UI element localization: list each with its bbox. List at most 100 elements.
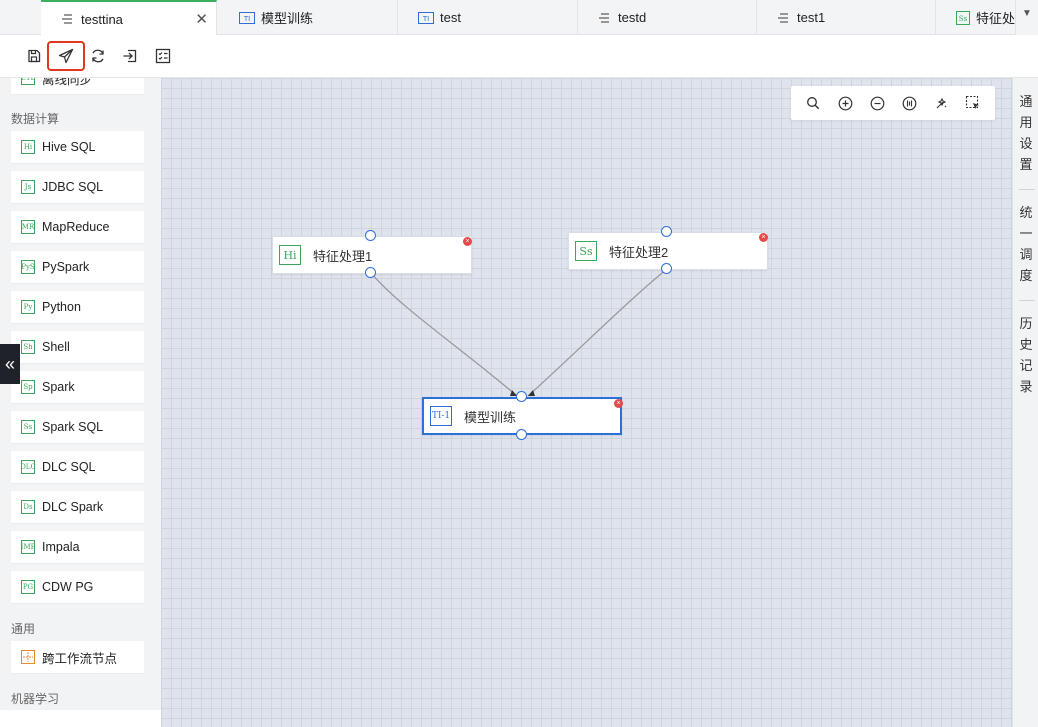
spark-sql-icon: Ss: [575, 241, 597, 261]
svg-text:Ss: Ss: [959, 15, 968, 23]
cdw-pg-icon: PG: [21, 580, 35, 594]
edge-feature1-to-model: [370, 272, 518, 397]
tab-test1[interactable]: test1: [757, 0, 936, 35]
spark-sql-icon: Ss: [21, 420, 35, 434]
palette-item-label: Spark: [42, 380, 75, 394]
palette-item-label: Shell: [42, 340, 70, 354]
input-port[interactable]: [516, 391, 527, 402]
refresh-button[interactable]: [85, 43, 111, 69]
svg-text:TI: TI: [243, 15, 250, 23]
group-title-compute: 数据计算: [11, 112, 60, 126]
collapse-sidebar-button[interactable]: «: [0, 344, 20, 384]
palette-item-jdbc-sql[interactable]: Js JDBC SQL: [11, 171, 144, 203]
edge-feature2-to-model: [527, 268, 668, 397]
output-port[interactable]: [516, 429, 527, 440]
tab-label: test1: [797, 10, 826, 25]
palette-item-spark-sql[interactable]: Ss Spark SQL: [11, 411, 144, 443]
node-label: 模型训练: [464, 409, 517, 425]
palette-item-label: CDW PG: [42, 580, 94, 594]
send-icon: [58, 48, 74, 64]
palette-item-pyspark[interactable]: PyS PySpark: [11, 251, 144, 283]
panel-tab-history[interactable]: 历史记录: [1013, 313, 1038, 397]
right-settings-panel: 通用设置 统一调度 历史记录: [1012, 78, 1038, 727]
palette-item-hive-sql[interactable]: Hi Hive SQL: [11, 131, 144, 163]
ti-one-icon: TI: [239, 11, 255, 24]
panel-tab-general-settings[interactable]: 通用设置: [1013, 91, 1038, 175]
error-badge-icon: ×: [614, 399, 623, 408]
node-label: 特征处理1: [313, 248, 373, 264]
pyspark-icon: PyS: [21, 260, 35, 274]
output-port[interactable]: [365, 267, 376, 278]
palette-item-cross-workflow[interactable]: 跨工作流节点: [11, 641, 144, 673]
palette-item-impala[interactable]: IMP Impala: [11, 531, 144, 563]
error-badge-icon: ×: [463, 237, 472, 246]
save-button[interactable]: [21, 43, 47, 69]
panel-tab-scheduling[interactable]: 统一调度: [1013, 202, 1038, 286]
palette-item-python[interactable]: Py Python: [11, 291, 144, 323]
palette-item-cdw-pg[interactable]: PG CDW PG: [11, 571, 144, 603]
close-icon[interactable]: ✕: [195, 10, 208, 28]
palette-item-label: MapReduce: [42, 220, 110, 234]
python-icon: Py: [21, 300, 35, 314]
divider: [1019, 300, 1035, 301]
palette-item-label: DLC SQL: [42, 460, 96, 474]
submit-button[interactable]: [47, 41, 85, 71]
svg-text:TI: TI: [422, 15, 429, 23]
workflow-icon: [598, 12, 612, 24]
tab-feature-processing[interactable]: Ss 特征处: [936, 0, 1016, 35]
spark-icon: Sp: [21, 380, 35, 394]
group-title-machine-learning: 机器学习: [11, 692, 60, 706]
palette-item-label: JDBC SQL: [42, 180, 104, 194]
palette-item-shell[interactable]: Sh Shell: [11, 331, 144, 363]
tab-list-dropdown-icon[interactable]: ▼: [1016, 0, 1038, 35]
dlc-spark-icon: Ds: [21, 500, 35, 514]
palette-item-mapreduce[interactable]: MR MapReduce: [11, 211, 144, 243]
tab-model-training[interactable]: TI 模型训练: [219, 0, 398, 35]
palette-item-dlc-sql[interactable]: DLC DLC SQL: [11, 451, 144, 483]
divider: [1019, 189, 1035, 190]
output-port[interactable]: [661, 263, 672, 274]
tab-label: testtina: [81, 11, 123, 27]
palette-item-label: Python: [42, 300, 81, 314]
tab-label: test: [440, 10, 461, 25]
panel-tab-label: 历史记录: [1019, 316, 1033, 394]
hive-sql-icon: Hi: [21, 140, 35, 154]
palette-item-dlc-spark[interactable]: Ds DLC Spark: [11, 491, 144, 523]
login-icon: [123, 49, 137, 63]
import-button[interactable]: [117, 43, 143, 69]
mapreduce-icon: MR: [21, 220, 35, 234]
palette-item-label: Impala: [42, 540, 80, 554]
tab-testtina[interactable]: testtina ✕: [41, 0, 217, 36]
tab-label: testd: [618, 10, 647, 25]
workflow-tab-bar: testtina ✕ TI 模型训练 TI test testd test1 S…: [0, 0, 1038, 36]
workflow-canvas[interactable]: Hi 特征处理1 × Ss 特征处理2 × TI-1 模型训练 ×: [161, 78, 1012, 727]
node-palette-sidebar: ETL 离线同步 数据计算 Hi Hive SQL Js JDBC SQL MR…: [0, 78, 161, 710]
palette-item-label: Spark SQL: [42, 420, 104, 434]
node-label: 特征处理2: [609, 244, 669, 260]
ti-one-icon: TI: [418, 11, 434, 24]
input-port[interactable]: [661, 226, 672, 237]
palette-item-spark[interactable]: Sp Spark: [11, 371, 144, 403]
tab-testd[interactable]: testd: [578, 0, 757, 35]
toolbar: [0, 35, 1038, 78]
save-icon: [28, 49, 41, 63]
input-port[interactable]: [365, 230, 376, 241]
task-list-button[interactable]: [150, 43, 176, 69]
workflow-icon: [61, 13, 75, 25]
etl-icon: ETL: [21, 78, 35, 85]
dlc-sql-icon: DLC: [20, 460, 36, 474]
jdbc-sql-icon: Js: [21, 180, 35, 194]
ti-one-icon: TI-1: [430, 406, 452, 426]
palette-item-label: DLC Spark: [42, 500, 104, 514]
palette-item-label: 跨工作流节点: [42, 651, 118, 666]
workflow-icon: [777, 12, 791, 24]
palette-item-offline-sync[interactable]: ETL 离线同步: [11, 78, 144, 94]
error-badge-icon: ×: [759, 233, 768, 242]
cross-workflow-icon: [21, 650, 35, 664]
palette-item-label: PySpark: [42, 260, 90, 274]
tab-test[interactable]: TI test: [398, 0, 578, 35]
palette-item-label: 离线同步: [42, 78, 93, 87]
refresh-icon: [92, 49, 104, 63]
tab-label: 特征处: [976, 11, 1016, 26]
palette-item-label: Hive SQL: [42, 140, 96, 154]
